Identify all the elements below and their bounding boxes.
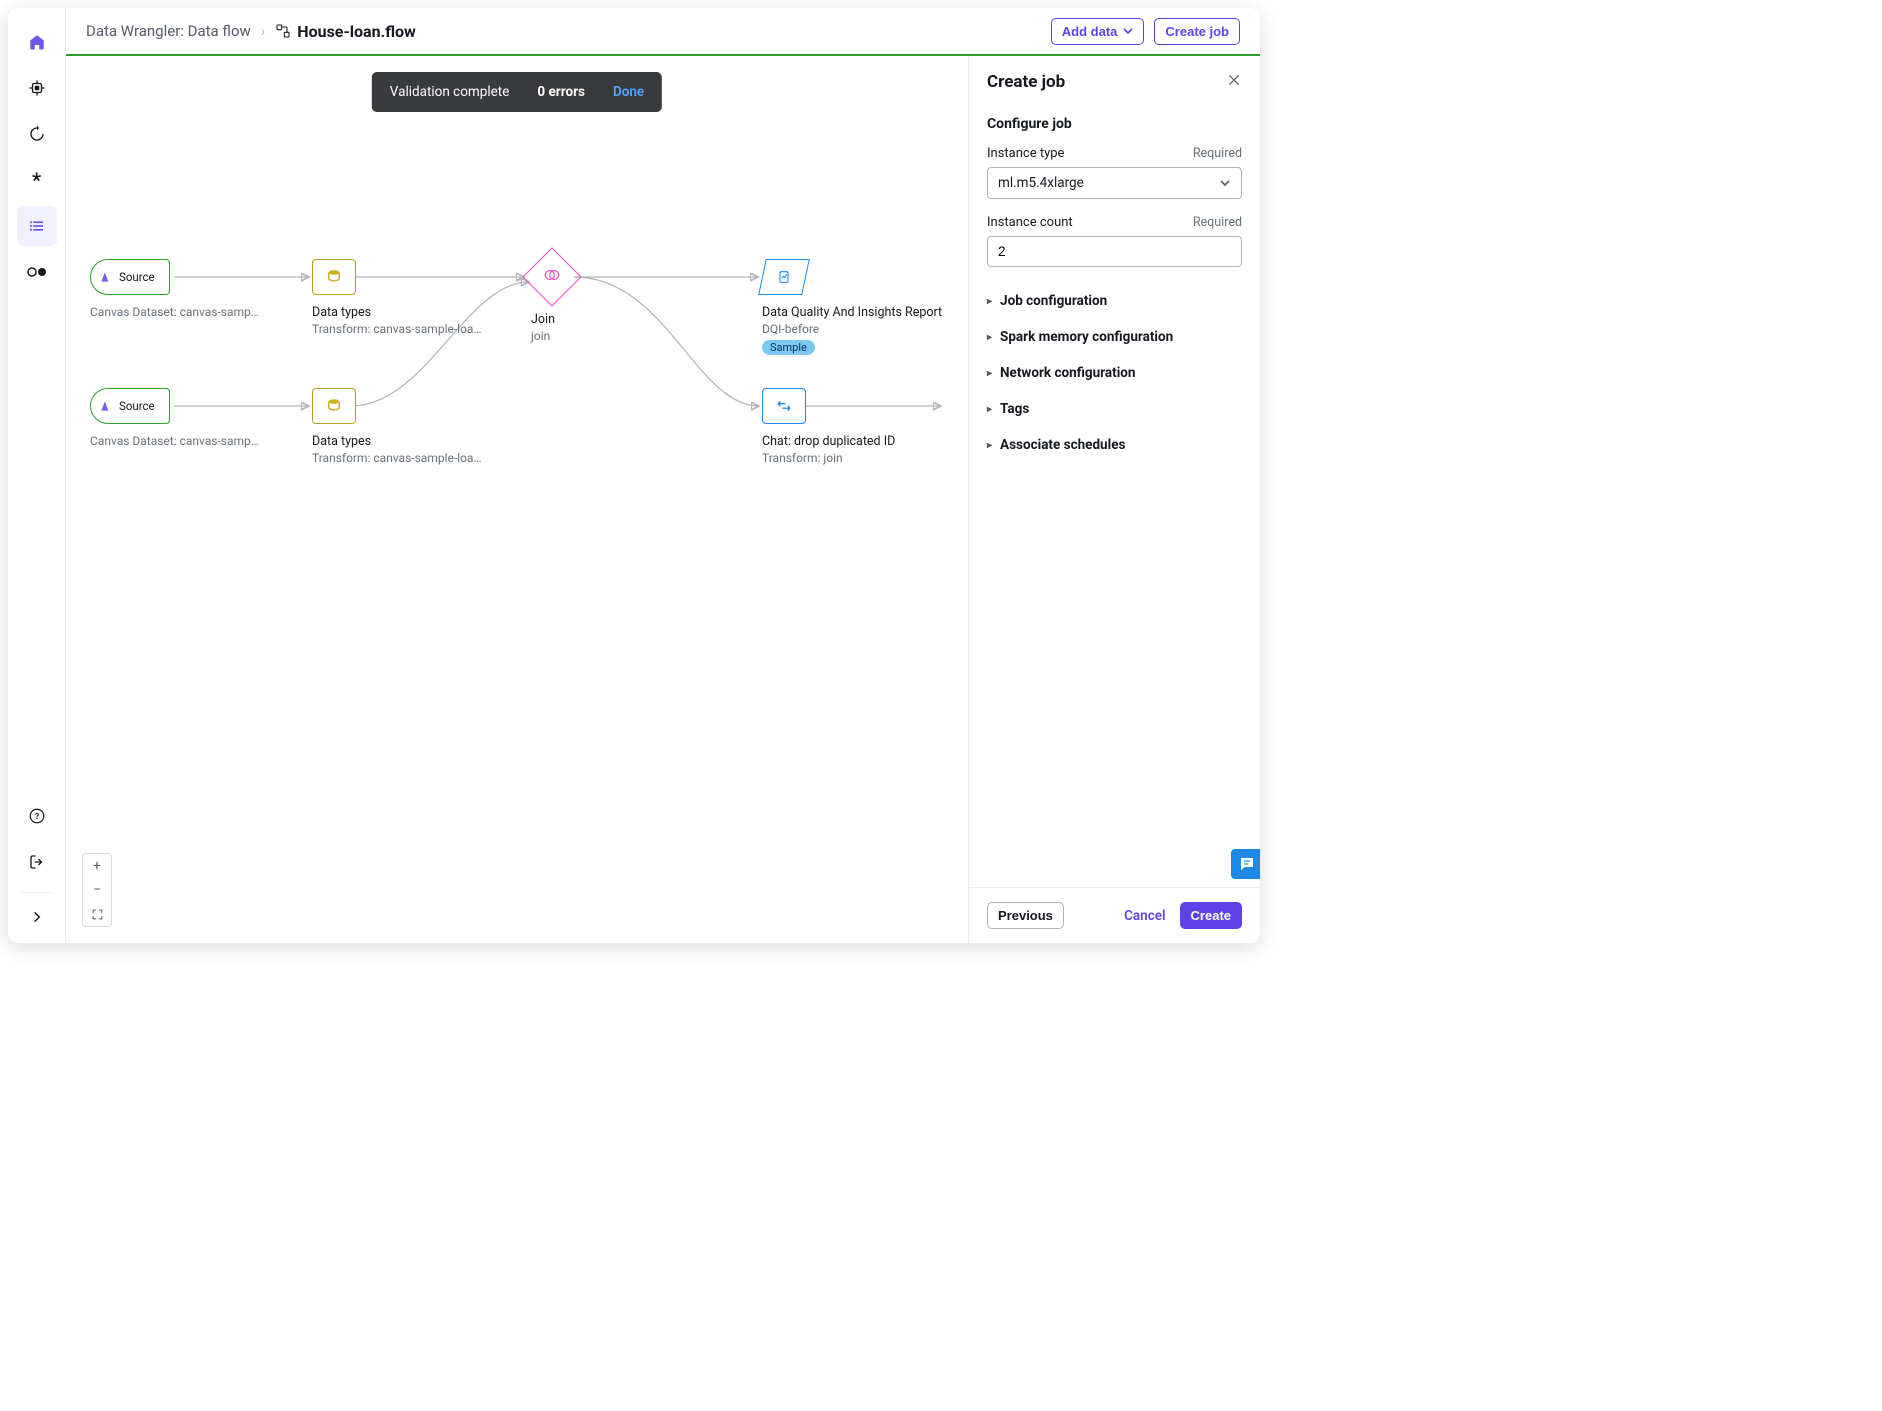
- topbar: Data Wrangler: Data flow › House-loan.fl…: [66, 8, 1260, 56]
- flow-canvas[interactable]: Validation complete 0 errors Done: [66, 56, 968, 943]
- close-icon: [1226, 72, 1242, 88]
- configure-job-heading: Configure job: [987, 116, 1242, 132]
- create-job-button[interactable]: Create job: [1154, 18, 1240, 45]
- refresh-icon[interactable]: [17, 114, 57, 154]
- edges: [66, 56, 968, 943]
- zoom-out-button[interactable]: −: [83, 878, 111, 902]
- create-button[interactable]: Create: [1180, 902, 1242, 929]
- node-source-2[interactable]: Source Canvas Dataset: canvas-sample-loa…: [90, 388, 290, 448]
- add-data-button[interactable]: Add data: [1051, 18, 1145, 45]
- zoom-fit-button[interactable]: [83, 902, 111, 926]
- join-icon: [543, 266, 561, 284]
- node-datatypes-1-sub: Transform: canvas-sample-loans-part-…: [312, 322, 482, 336]
- acc-job-configuration[interactable]: ▸Job configuration: [987, 283, 1242, 319]
- panel-title: Create job: [987, 72, 1065, 92]
- node-dqi[interactable]: Data Quality And Insights Report DQI-bef…: [762, 259, 962, 355]
- node-datatypes-1[interactable]: Data types Transform: canvas-sample-loan…: [312, 259, 512, 336]
- node-join[interactable]: Join join: [531, 256, 731, 343]
- node-datatypes-2-title: Data types: [312, 434, 512, 449]
- logout-icon[interactable]: [17, 842, 57, 882]
- create-job-label: Create job: [1165, 24, 1229, 39]
- breadcrumb-file: House-loan.flow: [297, 22, 415, 41]
- chevron-down-icon: [1123, 26, 1133, 36]
- node-source-2-label: Source: [119, 399, 155, 413]
- dataset-icon: [99, 270, 113, 284]
- acc-spark-memory[interactable]: ▸Spark memory configuration: [987, 319, 1242, 355]
- dataset-icon: [99, 399, 113, 413]
- zoom-in-button[interactable]: +: [83, 854, 111, 878]
- flow-icon: [275, 23, 291, 39]
- processor-icon[interactable]: [17, 68, 57, 108]
- node-datatypes-1-title: Data types: [312, 305, 512, 320]
- instance-count-label: Instance count: [987, 215, 1073, 230]
- zoom-controls: + −: [82, 853, 112, 927]
- node-chat[interactable]: Chat: drop duplicated ID Transform: join: [762, 388, 962, 465]
- acc-associate-schedules[interactable]: ▸Associate schedules: [987, 427, 1242, 463]
- close-panel-button[interactable]: [1226, 72, 1242, 92]
- help-icon[interactable]: ?: [17, 796, 57, 836]
- chevron-right-icon: ›: [261, 22, 266, 40]
- node-dqi-sub: DQI-before: [762, 322, 962, 336]
- home-icon[interactable]: [17, 22, 57, 62]
- svg-text:?: ?: [34, 812, 38, 822]
- node-chat-title: Chat: drop duplicated ID: [762, 434, 962, 449]
- toast-errors: 0 errors: [537, 84, 585, 100]
- instance-count-required: Required: [1193, 215, 1242, 230]
- previous-button[interactable]: Previous: [987, 902, 1064, 929]
- create-job-panel: Create job Configure job Instance type R…: [968, 56, 1260, 943]
- toast-done-link[interactable]: Done: [613, 84, 644, 100]
- cancel-link[interactable]: Cancel: [1124, 908, 1165, 924]
- node-join-sub: join: [531, 329, 731, 343]
- instance-type-value: ml.m5.4xlarge: [998, 175, 1084, 191]
- list-icon[interactable]: [17, 206, 57, 246]
- expand-sidebar-icon[interactable]: [17, 897, 57, 937]
- chat-icon: [1238, 855, 1256, 873]
- database-icon: [325, 268, 343, 286]
- chat-transform-icon: [775, 397, 793, 415]
- add-data-label: Add data: [1062, 24, 1118, 39]
- node-dqi-badge: Sample: [762, 340, 815, 355]
- node-join-title: Join: [531, 312, 731, 327]
- breadcrumb: Data Wrangler: Data flow › House-loan.fl…: [86, 22, 416, 41]
- left-sidebar: * ?: [8, 8, 66, 943]
- node-source-1-title: Canvas Dataset: canvas-sample-loans-…: [90, 305, 260, 319]
- acc-network-config[interactable]: ▸Network configuration: [987, 355, 1242, 391]
- node-source-1[interactable]: Source Canvas Dataset: canvas-sample-loa…: [90, 259, 290, 319]
- node-datatypes-2-sub: Transform: canvas-sample-loans-part-…: [312, 451, 482, 465]
- chevron-down-icon: [1219, 177, 1231, 189]
- node-dqi-title: Data Quality And Insights Report: [762, 305, 962, 320]
- validation-toast: Validation complete 0 errors Done: [372, 72, 662, 112]
- breadcrumb-root[interactable]: Data Wrangler: Data flow: [86, 22, 251, 40]
- toast-status: Validation complete: [390, 84, 510, 100]
- node-source-2-title: Canvas Dataset: canvas-sample-loans-…: [90, 434, 260, 448]
- report-icon: [776, 269, 792, 285]
- asterisk-icon[interactable]: *: [17, 160, 57, 200]
- database-icon: [325, 397, 343, 415]
- node-datatypes-2[interactable]: Data types Transform: canvas-sample-loan…: [312, 388, 512, 465]
- acc-tags[interactable]: ▸Tags: [987, 391, 1242, 427]
- instance-type-label: Instance type: [987, 146, 1064, 161]
- toggle-icon[interactable]: [17, 252, 57, 292]
- node-source-1-label: Source: [119, 270, 155, 284]
- instance-type-required: Required: [1193, 146, 1242, 161]
- node-chat-sub: Transform: join: [762, 451, 962, 465]
- instance-type-select[interactable]: ml.m5.4xlarge: [987, 167, 1242, 199]
- chat-fab[interactable]: [1231, 849, 1260, 879]
- instance-count-input[interactable]: [987, 236, 1242, 267]
